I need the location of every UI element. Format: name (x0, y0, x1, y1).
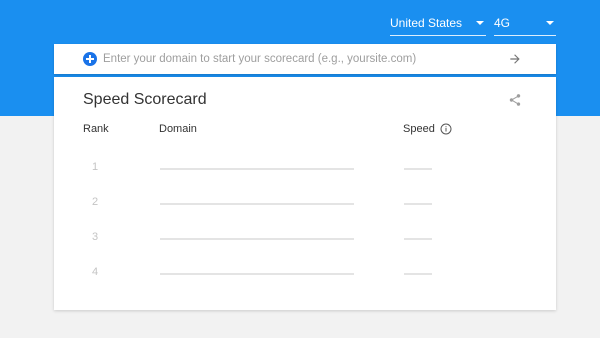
scorecard-title: Speed Scorecard (83, 91, 207, 108)
network-select-value: 4G (494, 15, 511, 30)
arrow-right-icon[interactable] (508, 52, 522, 66)
rank-number: 3 (92, 231, 99, 243)
speed-placeholder-line (404, 168, 432, 170)
table-row: 3 (54, 228, 556, 248)
network-select[interactable]: 4G (494, 10, 556, 36)
domain-placeholder-line (160, 168, 354, 170)
speed-placeholder-line (404, 273, 432, 275)
rank-number: 4 (92, 266, 99, 278)
speed-placeholder-line (404, 238, 432, 240)
domain-input[interactable] (103, 47, 508, 71)
caret-down-icon (546, 20, 554, 25)
speed-scorecard-card: Speed Scorecard Rank Domain Speed 1 2 3 … (54, 77, 556, 310)
caret-down-icon (476, 20, 484, 25)
country-select-value: United States (390, 15, 463, 30)
domain-placeholder-line (160, 203, 354, 205)
speed-column-header: Speed (403, 123, 452, 135)
domain-placeholder-line (160, 238, 354, 240)
rank-number: 2 (92, 196, 99, 208)
plus-circle-icon[interactable] (83, 52, 97, 66)
domain-search-bar (54, 44, 556, 74)
speed-placeholder-line (404, 203, 432, 205)
domain-placeholder-line (160, 273, 354, 275)
speed-column-label: Speed (403, 123, 435, 135)
rank-column-header: Rank (83, 123, 109, 135)
table-row: 2 (54, 193, 556, 213)
domain-column-header: Domain (159, 123, 197, 135)
table-row: 4 (54, 263, 556, 283)
country-select[interactable]: United States (390, 10, 486, 36)
table-row: 1 (54, 158, 556, 178)
info-icon[interactable] (440, 123, 452, 135)
rank-number: 1 (92, 161, 99, 173)
share-icon[interactable] (508, 93, 522, 107)
